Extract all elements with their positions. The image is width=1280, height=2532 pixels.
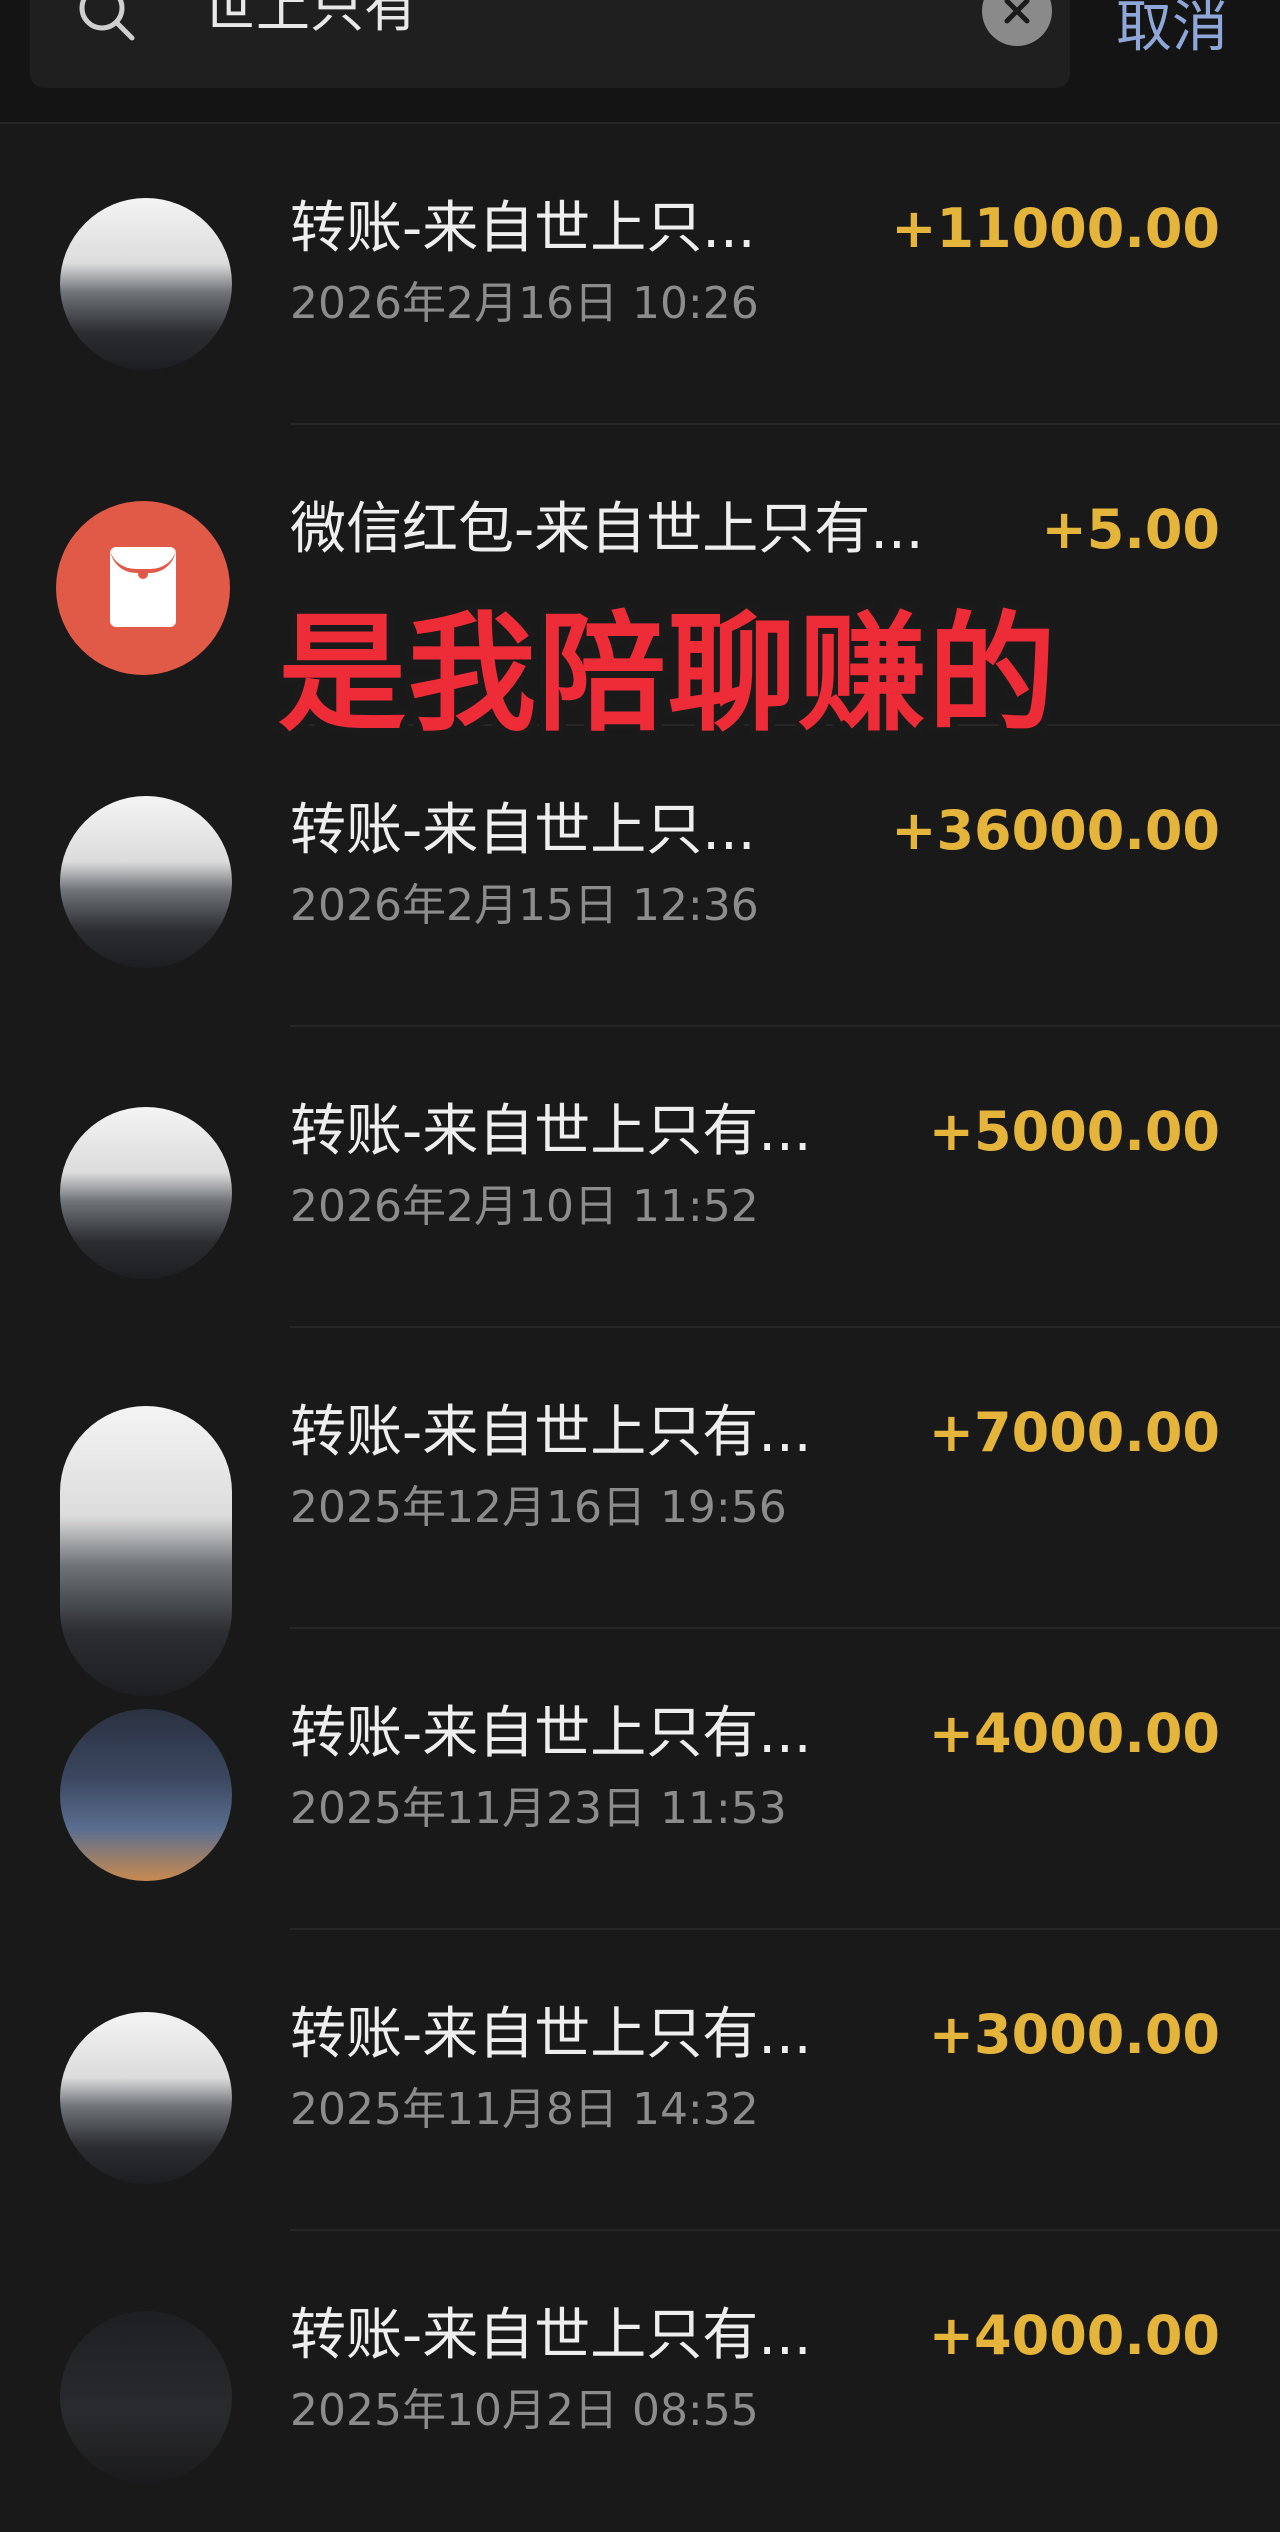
transaction-amount: +11000.00 xyxy=(891,197,1220,260)
transaction-title: 转账-来自世上只有... xyxy=(290,1099,812,1164)
transaction-title: 转账-来自世上只... xyxy=(290,798,756,863)
cancel-button[interactable]: 取消 xyxy=(1116,0,1228,60)
transaction-title: 转账-来自世上只... xyxy=(290,196,756,261)
transaction-amount: +36000.00 xyxy=(891,799,1220,862)
transaction-amount: +5000.00 xyxy=(928,1100,1220,1163)
search-input[interactable]: 世上只有 xyxy=(202,0,418,40)
transaction-amount: +7000.00 xyxy=(928,1401,1220,1464)
transaction-amount: +5.00 xyxy=(1041,498,1220,561)
transaction-amount: +4000.00 xyxy=(928,1702,1220,1765)
avatar xyxy=(60,198,232,370)
avatar xyxy=(60,1107,232,1279)
transaction-title: 转账-来自世上只有... xyxy=(290,1400,812,1465)
transaction-time: 2025年12月16日 19:56 xyxy=(290,1482,787,1533)
close-icon xyxy=(1004,0,1030,24)
transaction-row[interactable]: 转账-来自世上只有... 2026年2月10日 11:52 +5000.00 xyxy=(0,1027,1280,1328)
transaction-title: 转账-来自世上只有... xyxy=(290,1701,812,1766)
transaction-row[interactable]: 转账-来自世上只... 2026年2月15日 12:36 +36000.00 xyxy=(0,726,1280,1027)
transaction-title: 转账-来自世上只有... xyxy=(290,2303,812,2368)
avatar xyxy=(60,796,232,968)
transaction-title: 微信红包-来自世上只有... xyxy=(290,497,924,562)
avatar xyxy=(60,2012,232,2184)
transaction-row[interactable]: 转账-来自世上只有... 2025年11月8日 14:32 +3000.00 xyxy=(0,1930,1280,2231)
transaction-amount: +3000.00 xyxy=(928,2003,1220,2066)
clear-search-button[interactable] xyxy=(982,0,1052,46)
red-packet-icon xyxy=(56,501,230,675)
avatar xyxy=(60,1709,232,1881)
transaction-time: 2026年2月16日 10:26 xyxy=(290,278,759,329)
transaction-title: 转账-来自世上只有... xyxy=(290,2002,812,2067)
transaction-time: 2026年2月15日 12:36 xyxy=(290,880,759,931)
transaction-time: 2025年11月8日 14:32 xyxy=(290,2084,759,2135)
transaction-row[interactable]: 转账-来自世上只... 2026年2月16日 10:26 +11000.00 xyxy=(0,124,1280,425)
search-header: 世上只有 取消 xyxy=(0,0,1280,124)
transaction-row[interactable]: 转账-来自世上只有... 2025年12月16日 19:56 +7000.00 xyxy=(0,1328,1280,1696)
transaction-row[interactable]: 转账-来自世上只有... 2025年10月2日 08:55 +4000.00 xyxy=(0,2231,1280,2532)
search-icon xyxy=(79,0,135,41)
envelope-icon xyxy=(110,547,176,627)
transaction-amount: +4000.00 xyxy=(928,2304,1220,2367)
transaction-time: 2025年10月2日 08:55 xyxy=(290,2385,759,2436)
transaction-time: 2026年2月10日 11:52 xyxy=(290,1181,759,1232)
transaction-time: 2025年11月23日 11:53 xyxy=(290,1783,787,1834)
overlay-caption: 是我陪聊赚的 xyxy=(278,600,1059,749)
search-box[interactable]: 世上只有 xyxy=(30,0,1070,88)
avatar xyxy=(60,2311,232,2483)
transaction-row[interactable]: 转账-来自世上只有... 2025年11月23日 11:53 +4000.00 xyxy=(0,1629,1280,1930)
